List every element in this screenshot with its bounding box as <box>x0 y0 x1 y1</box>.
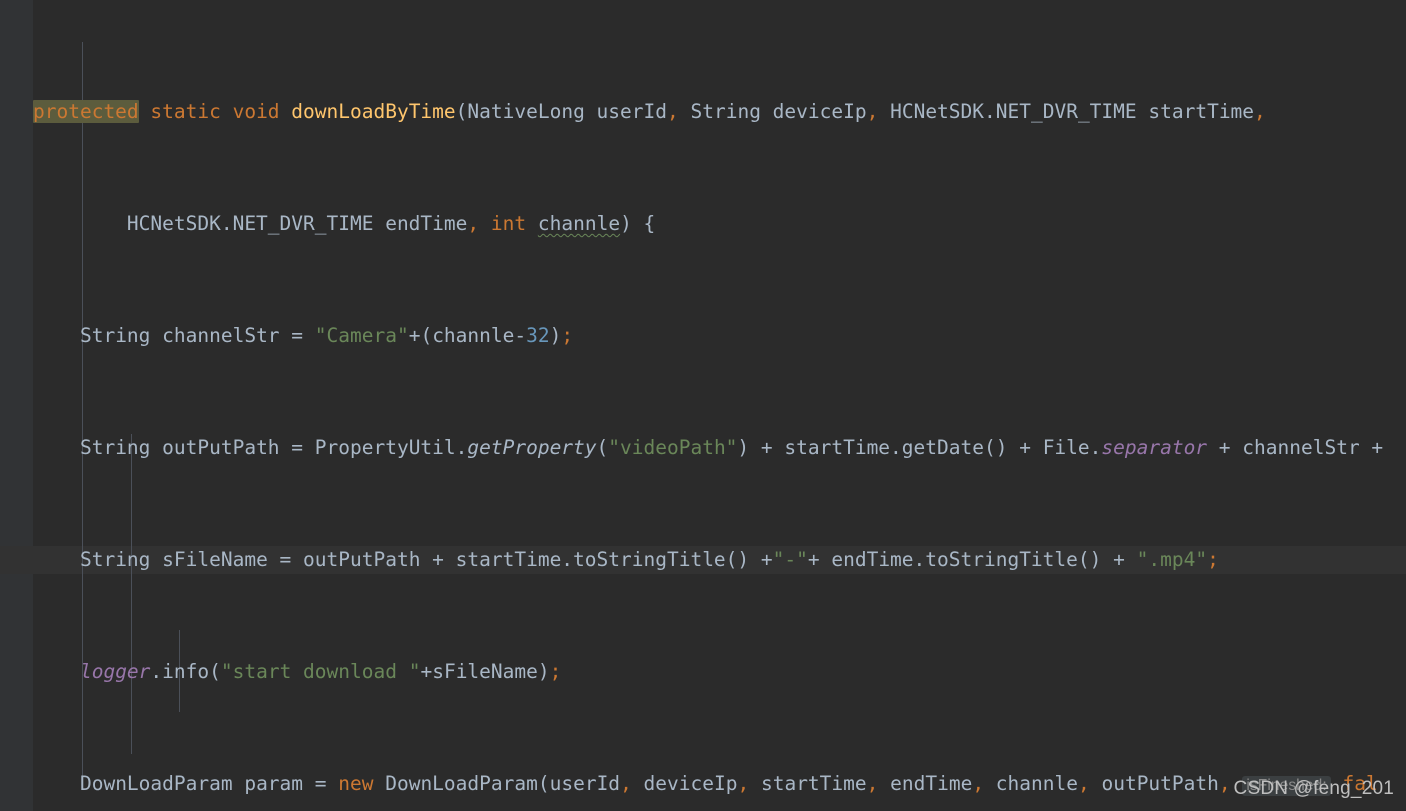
code-line[interactable]: String outPutPath = PropertyUtil.getProp… <box>0 434 1406 462</box>
method-name-downLoadByTime: downLoadByTime <box>291 100 456 123</box>
code-content[interactable]: protected static void downLoadByTime(Nat… <box>0 14 1406 811</box>
code-line[interactable]: logger.info("start download "+sFileName)… <box>0 658 1406 686</box>
watermark-text: CSDN @feng_201 <box>1233 778 1394 799</box>
code-line[interactable]: HCNetSDK.NET_DVR_TIME endTime, int chann… <box>0 210 1406 238</box>
code-line[interactable]: String sFileName = outPutPath + startTim… <box>0 546 1406 574</box>
code-editor-window[interactable]: protected static void downLoadByTime(Nat… <box>0 0 1406 811</box>
code-line[interactable]: protected static void downLoadByTime(Nat… <box>0 98 1406 126</box>
code-line[interactable]: DownLoadParam param = new DownLoadParam(… <box>0 770 1406 798</box>
keyword-protected: protected <box>33 100 139 123</box>
code-line[interactable]: String channelStr = "Camera"+(channle-32… <box>0 322 1406 350</box>
